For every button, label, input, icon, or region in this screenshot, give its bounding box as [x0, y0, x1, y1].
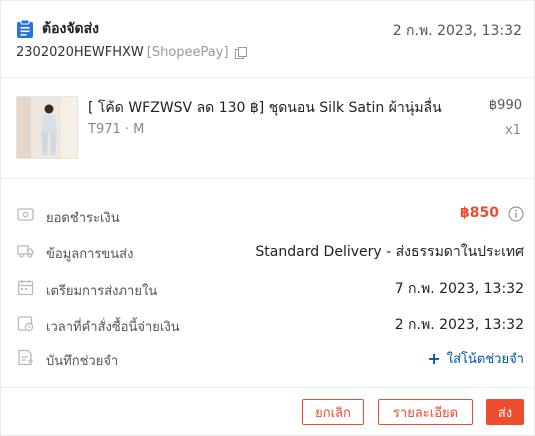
- calendar-icon: [17, 280, 34, 296]
- add-note-link[interactable]: + ใส่โน้ตช่วยจำ: [427, 348, 524, 369]
- row-paid-time: เวลาที่คำสั่งซื้อนี้จ่ายเงิน 2 ก.พ. 2023…: [1, 313, 535, 335]
- truck-icon: [17, 245, 34, 258]
- row-shipping: ข้อมูลการขนส่ง Standard Delivery - ส่งธร…: [1, 240, 535, 262]
- details-button[interactable]: รายละเอียด: [378, 399, 473, 425]
- ship-by-label: เตรียมการส่งภายใน: [46, 284, 158, 299]
- order-id-row: 2302020HEWFHXW [ShopeePay]: [16, 45, 247, 60]
- payment-method: [ShopeePay]: [146, 45, 229, 60]
- note-label: บันทึกช่วยจำ: [46, 354, 119, 369]
- product-thumbnail[interactable]: [16, 96, 78, 159]
- add-note-label: ใส่โน้ตช่วยจำ: [446, 352, 524, 367]
- product-price: ฿990: [488, 98, 522, 113]
- divider: [1, 387, 535, 388]
- row-ship-by: เตรียมการส่งภายใน 7 ก.พ. 2023, 13:32: [1, 277, 535, 299]
- ship-by-value: 7 ก.พ. 2023, 13:32: [394, 281, 524, 297]
- order-card: ต้องจัดส่ง 2 ก.พ. 2023, 13:32 2302020HEW…: [0, 0, 535, 436]
- total-value: ฿850: [460, 205, 499, 221]
- row-total: ยอดชำระเงิน ฿850: [1, 204, 535, 226]
- note-icon: [18, 349, 33, 366]
- paid-time-label: เวลาที่คำสั่งซื้อนี้จ่ายเงิน: [46, 320, 180, 335]
- order-id: 2302020HEWFHXW: [16, 45, 144, 60]
- product-image: [17, 97, 77, 158]
- clipboard-icon: [17, 19, 33, 38]
- order-status-label: ต้องจัดส่ง: [42, 21, 100, 37]
- row-note: บันทึกช่วยจำ + ใส่โน้ตช่วยจำ: [1, 347, 535, 369]
- total-label: ยอดชำระเงิน: [46, 211, 120, 226]
- order-date: 2 ก.พ. 2023, 13:32: [392, 23, 522, 39]
- cancel-button[interactable]: ยกเลิก: [302, 399, 364, 425]
- divider: [1, 178, 535, 179]
- shipping-value: Standard Delivery - ส่งธรรมดาในประเทศ: [255, 244, 524, 260]
- wallet-icon: [17, 208, 34, 221]
- info-icon[interactable]: [508, 206, 524, 222]
- product-variation: T971 · M: [88, 122, 145, 137]
- order-status: ต้องจัดส่ง: [16, 18, 99, 40]
- shipping-label: ข้อมูลการขนส่ง: [46, 247, 134, 262]
- product-name[interactable]: [ โค้ด WFZWSV ลด 130 ฿] ชุดนอน Silk Sati…: [88, 97, 480, 119]
- copy-icon[interactable]: [234, 46, 247, 59]
- ship-button[interactable]: ส่ง: [486, 399, 524, 425]
- paid-time-value: 2 ก.พ. 2023, 13:32: [394, 317, 524, 333]
- product-quantity: x1: [505, 123, 521, 138]
- clock-icon: [17, 316, 34, 332]
- divider: [1, 77, 535, 78]
- plus-icon: +: [427, 348, 441, 368]
